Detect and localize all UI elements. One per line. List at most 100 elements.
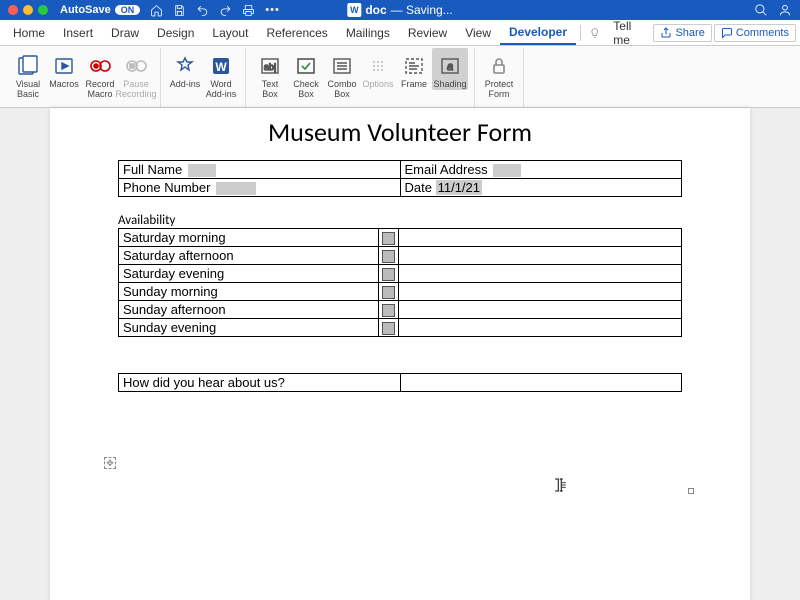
slot-checkbox[interactable] [382, 286, 395, 299]
ribbon-combo-box[interactable]: ComboBox [324, 48, 360, 100]
tell-me-search[interactable]: Tell me [604, 20, 653, 45]
comments-label: Comments [736, 27, 789, 39]
tab-layout[interactable]: Layout [203, 20, 257, 45]
tab-mailings[interactable]: Mailings [337, 20, 399, 45]
tab-review[interactable]: Review [399, 20, 456, 45]
quick-access-toolbar: ••• [150, 4, 280, 17]
ribbon-icon [88, 52, 112, 80]
slot-checkbox[interactable] [382, 304, 395, 317]
minimize-window-icon[interactable] [23, 5, 33, 15]
availability-row: Sunday evening [119, 319, 682, 337]
close-window-icon[interactable] [8, 5, 18, 15]
tab-design[interactable]: Design [148, 20, 203, 45]
save-icon[interactable] [173, 4, 186, 17]
redo-icon[interactable] [219, 4, 232, 17]
ribbon-icon: ab| [258, 52, 282, 80]
ribbon-visual-basic[interactable]: VisualBasic [10, 48, 46, 100]
document-name: doc [365, 3, 386, 17]
slot-label: Sunday evening [123, 320, 216, 335]
ribbon-record-macro[interactable]: RecordMacro [82, 48, 118, 100]
ribbon-text-box[interactable]: ab|TextBox [252, 48, 288, 100]
slot-label: Saturday evening [123, 266, 224, 281]
slot-checkbox[interactable] [382, 322, 395, 335]
svg-text:ab|: ab| [264, 62, 276, 72]
slot-empty [399, 265, 682, 283]
tab-developer[interactable]: Developer [500, 20, 576, 45]
tab-home[interactable]: Home [4, 20, 54, 45]
ribbon-icon [330, 52, 354, 80]
document-area[interactable]: Museum Volunteer Form Full Name Email Ad… [0, 108, 800, 600]
separator [580, 25, 581, 41]
date-label: Date [405, 180, 432, 195]
tab-view[interactable]: View [456, 20, 500, 45]
share-button[interactable]: Share [653, 24, 711, 42]
home-icon[interactable] [150, 4, 163, 17]
ribbon-check-box[interactable]: CheckBox [288, 48, 324, 100]
ribbon-tabs: HomeInsertDrawDesignLayoutReferencesMail… [0, 20, 800, 46]
full-name-label: Full Name [123, 162, 182, 177]
email-label: Email Address [405, 162, 488, 177]
text-cursor-icon [550, 476, 568, 499]
ellipsis-icon[interactable]: ••• [265, 4, 280, 16]
availability-label: Availability [118, 213, 682, 228]
titlebar-right [754, 3, 792, 17]
ribbon-frame[interactable]: Frame [396, 48, 432, 90]
email-field[interactable] [493, 164, 521, 177]
autosave-label: AutoSave [60, 4, 111, 16]
ribbon-icon [487, 52, 511, 80]
hear-label: How did you hear about us? [123, 375, 285, 390]
slot-empty [399, 301, 682, 319]
comments-button[interactable]: Comments [714, 24, 796, 42]
ribbon-icon [402, 52, 426, 80]
undo-icon[interactable] [196, 4, 209, 17]
document-status: — Saving... [391, 3, 453, 17]
availability-row: Sunday morning [119, 283, 682, 301]
tab-insert[interactable]: Insert [54, 20, 102, 45]
slot-label: Saturday morning [123, 230, 226, 245]
ribbon-add-ins[interactable]: Add-ins [167, 48, 203, 90]
ribbon-icon [366, 52, 390, 80]
slot-checkbox[interactable] [382, 232, 395, 245]
slot-checkbox[interactable] [382, 250, 395, 263]
phone-label: Phone Number [123, 180, 210, 195]
phone-field[interactable] [216, 182, 256, 195]
lightbulb-icon[interactable] [589, 26, 600, 40]
ribbon-protect-form[interactable]: ProtectForm [481, 48, 517, 100]
page: Museum Volunteer Form Full Name Email Ad… [50, 108, 750, 600]
window-controls [0, 5, 48, 15]
ribbon-icon [124, 52, 148, 80]
contact-table: Full Name Email Address Phone Number Dat… [118, 160, 682, 197]
user-icon[interactable] [778, 3, 792, 17]
form-title: Museum Volunteer Form [118, 116, 682, 148]
document-title: W doc — Saving... [347, 3, 452, 17]
full-name-field[interactable] [188, 164, 216, 177]
hear-table: How did you hear about us? [118, 373, 682, 392]
ribbon-icon [294, 52, 318, 80]
ribbon-icon [173, 52, 197, 80]
ribbon-word-add-ins[interactable]: WWordAdd-ins [203, 48, 239, 100]
tab-draw[interactable]: Draw [102, 20, 148, 45]
titlebar: AutoSave ON ••• W doc — Saving... [0, 0, 800, 20]
hear-answer-cell[interactable] [400, 374, 682, 392]
svg-text:W: W [215, 60, 227, 74]
ribbon-macros[interactable]: Macros [46, 48, 82, 90]
tab-references[interactable]: References [257, 20, 336, 45]
table-resize-handle[interactable] [688, 488, 694, 494]
slot-label: Sunday afternoon [123, 302, 226, 317]
slot-checkbox[interactable] [382, 268, 395, 281]
slot-label: Saturday afternoon [123, 248, 234, 263]
zoom-window-icon[interactable] [38, 5, 48, 15]
availability-table: Saturday morning Saturday afternoon Saturd… [118, 228, 682, 337]
ribbon-icon [16, 52, 40, 80]
svg-text:a: a [447, 61, 453, 73]
search-icon[interactable] [754, 3, 768, 17]
print-icon[interactable] [242, 4, 255, 17]
ribbon-shading[interactable]: aShading [432, 48, 468, 90]
date-field[interactable]: 11/1/21 [436, 180, 482, 195]
slot-empty [399, 229, 682, 247]
table-anchor-icon[interactable]: ✥ [104, 457, 116, 469]
ribbon-icon: W [209, 52, 233, 80]
autosave-toggle[interactable]: ON [115, 5, 141, 15]
slot-empty [399, 283, 682, 301]
availability-row: Saturday evening [119, 265, 682, 283]
